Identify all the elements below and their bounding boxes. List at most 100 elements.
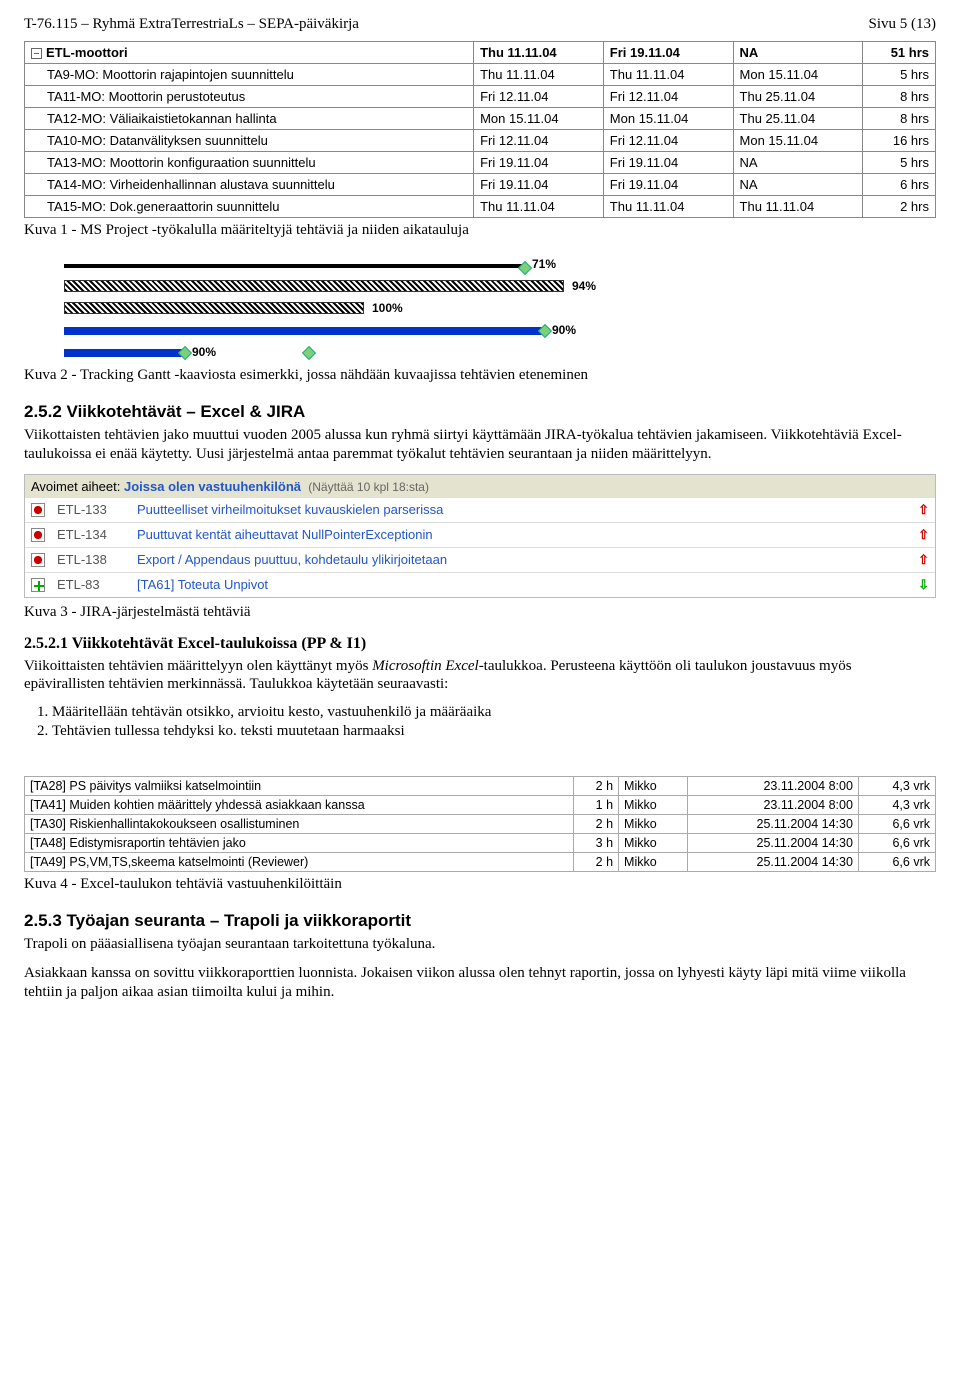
- cell: 2 h: [573, 815, 618, 834]
- cell: NA: [733, 42, 863, 64]
- table-row: TA12-MO: Väliaikaistietokannan hallintaM…: [25, 108, 936, 130]
- jira-row[interactable]: ETL-138 Export / Appendaus puuttuu, kohd…: [25, 547, 935, 572]
- table-row: TA14-MO: Virheidenhallinnan alustava suu…: [25, 174, 936, 196]
- issue-key[interactable]: ETL-134: [51, 522, 131, 547]
- jira-row[interactable]: ETL-134 Puuttuvat kentät aiheuttavat Nul…: [25, 522, 935, 547]
- cell: 8 hrs: [863, 108, 936, 130]
- issue-key[interactable]: ETL-138: [51, 547, 131, 572]
- cell: 23.11.2004 8:00: [688, 777, 859, 796]
- task-name: TA13-MO: Moottorin konfiguraation suunni…: [25, 152, 474, 174]
- table-row: TA10-MO: Datanvälityksen suunnitteluFri …: [25, 130, 936, 152]
- cell: 6,6 vrk: [858, 834, 935, 853]
- cell: Thu 25.11.04: [733, 86, 863, 108]
- priority-up-icon: ⇧: [918, 527, 929, 542]
- section-heading-2521: 2.5.2.1 Viikkotehtävät Excel-taulukoissa…: [24, 635, 936, 653]
- priority-down-icon: ⇩: [918, 577, 929, 592]
- jira-panel: Avoimet aiheet: Joissa olen vastuuhenkil…: [24, 474, 936, 598]
- cell: 25.11.2004 14:30: [688, 853, 859, 872]
- issue-key[interactable]: ETL-83: [51, 572, 131, 597]
- msproject-table: ETL-moottori Thu 11.11.04 Fri 19.11.04 N…: [24, 41, 936, 218]
- cell: 1 h: [573, 796, 618, 815]
- cell: Thu 11.11.04: [474, 64, 604, 86]
- issue-summary[interactable]: Puuttuvat kentät aiheuttavat NullPointer…: [131, 522, 912, 547]
- cell: 51 hrs: [863, 42, 936, 64]
- issue-key[interactable]: ETL-133: [51, 498, 131, 523]
- cell: Mikko: [619, 853, 688, 872]
- cell: Mikko: [619, 796, 688, 815]
- jira-row[interactable]: ETL-133 Puutteelliset virheilmoitukset k…: [25, 498, 935, 523]
- page-header: T-76.115 – Ryhmä ExtraTerrestriaLs – SEP…: [24, 16, 936, 33]
- cell: 5 hrs: [863, 64, 936, 86]
- cell: Mikko: [619, 815, 688, 834]
- issue-summary[interactable]: Export / Appendaus puuttuu, kohdetaulu y…: [131, 547, 912, 572]
- cell: Thu 11.11.04: [603, 64, 733, 86]
- task-name: ETL-moottori: [46, 45, 128, 60]
- cell: 2 hrs: [863, 196, 936, 218]
- jira-count-note: (Näyttää 10 kpl 18:sta): [308, 480, 429, 494]
- paragraph: Viikottaisten tehtävien jako muuttui vuo…: [24, 426, 936, 464]
- issue-summary[interactable]: Puutteelliset virheilmoitukset kuvauskie…: [131, 498, 912, 523]
- bug-icon: [31, 553, 45, 567]
- cell: 2 h: [573, 777, 618, 796]
- priority-up-icon: ⇧: [918, 502, 929, 517]
- cell: Thu 11.11.04: [474, 42, 604, 64]
- cell: Thu 11.11.04: [733, 196, 863, 218]
- table-row: [TA41] Muiden kohtien määrittely yhdessä…: [25, 796, 936, 815]
- cell: Fri 19.11.04: [474, 174, 604, 196]
- new-feature-icon: [31, 578, 45, 592]
- cell: 8 hrs: [863, 86, 936, 108]
- bug-icon: [31, 528, 45, 542]
- cell: Mon 15.11.04: [733, 64, 863, 86]
- cell: [TA49] PS,VM,TS,skeema katselmointi (Rev…: [25, 853, 574, 872]
- cell: [TA30] Riskienhallintakokoukseen osallis…: [25, 815, 574, 834]
- cell: 4,3 vrk: [858, 777, 935, 796]
- cell: 25.11.2004 14:30: [688, 834, 859, 853]
- cell: Fri 12.11.04: [474, 130, 604, 152]
- cell: 16 hrs: [863, 130, 936, 152]
- cell: Mikko: [619, 777, 688, 796]
- task-name: TA14-MO: Virheidenhallinnan alustava suu…: [25, 174, 474, 196]
- cell: Fri 12.11.04: [603, 86, 733, 108]
- table-row: [TA49] PS,VM,TS,skeema katselmointi (Rev…: [25, 853, 936, 872]
- list-item: Määritellään tehtävän otsikko, arvioitu …: [52, 704, 936, 721]
- gantt-label: 100%: [372, 301, 403, 315]
- paragraph: Trapoli on pääasiallisena työajan seuran…: [24, 935, 936, 954]
- section-heading-253: 2.5.3 Työajan seuranta – Trapoli ja viik…: [24, 911, 936, 931]
- gantt-chart: 71% 94% 100% 90% 90%: [24, 253, 936, 363]
- cell: 23.11.2004 8:00: [688, 796, 859, 815]
- task-name: TA10-MO: Datanvälityksen suunnittelu: [25, 130, 474, 152]
- cell: [TA41] Muiden kohtien määrittely yhdessä…: [25, 796, 574, 815]
- cell: Fri 12.11.04: [603, 130, 733, 152]
- table-row: TA11-MO: Moottorin perustoteutus Fri 12.1…: [25, 86, 936, 108]
- cell: 3 h: [573, 834, 618, 853]
- table-row: [TA28] PS päivitys valmiiksi katselmoint…: [25, 777, 936, 796]
- cell: 6 hrs: [863, 174, 936, 196]
- priority-up-icon: ⇧: [918, 552, 929, 567]
- ordered-list: Määritellään tehtävän otsikko, arvioitu …: [52, 704, 936, 740]
- figure-caption-3: Kuva 3 - JIRA-järjestelmästä tehtäviä: [24, 604, 936, 621]
- jira-row[interactable]: ETL-83 [TA61] Toteuta Unpivot ⇩: [25, 572, 935, 597]
- table-row: [TA48] Edistymisraportin tehtävien jako3…: [25, 834, 936, 853]
- emphasis: Microsoftin Excel: [372, 658, 479, 674]
- gantt-label: 90%: [192, 345, 216, 359]
- task-name: TA15-MO: Dok.generaattorin suunnittelu: [25, 196, 474, 218]
- collapse-icon[interactable]: [31, 48, 42, 59]
- cell: Fri 19.11.04: [603, 152, 733, 174]
- cell: NA: [733, 174, 863, 196]
- cell: Thu 11.11.04: [603, 196, 733, 218]
- issue-summary[interactable]: [TA61] Toteuta Unpivot: [131, 572, 912, 597]
- cell: Mon 15.11.04: [733, 130, 863, 152]
- gantt-label: 90%: [552, 323, 576, 337]
- jira-filter-link[interactable]: Joissa olen vastuuhenkilönä: [124, 479, 301, 494]
- task-name: TA11-MO: Moottorin perustoteutus: [25, 86, 474, 108]
- table-row: [TA30] Riskienhallintakokoukseen osallis…: [25, 815, 936, 834]
- header-right: Sivu 5 (13): [869, 16, 937, 33]
- jira-issue-table: ETL-133 Puutteelliset virheilmoitukset k…: [25, 498, 935, 597]
- figure-caption-1: Kuva 1 - MS Project -työkalulla määritel…: [24, 222, 936, 239]
- cell: Fri 19.11.04: [603, 42, 733, 64]
- jira-head-label: Avoimet aiheet:: [31, 479, 120, 494]
- paragraph: Viikoittaisten tehtävien määrittelyyn ol…: [24, 657, 936, 695]
- cell: [TA28] PS päivitys valmiiksi katselmoint…: [25, 777, 574, 796]
- paragraph: Asiakkaan kanssa on sovittu viikkoraport…: [24, 964, 936, 1002]
- cell: 6,6 vrk: [858, 815, 935, 834]
